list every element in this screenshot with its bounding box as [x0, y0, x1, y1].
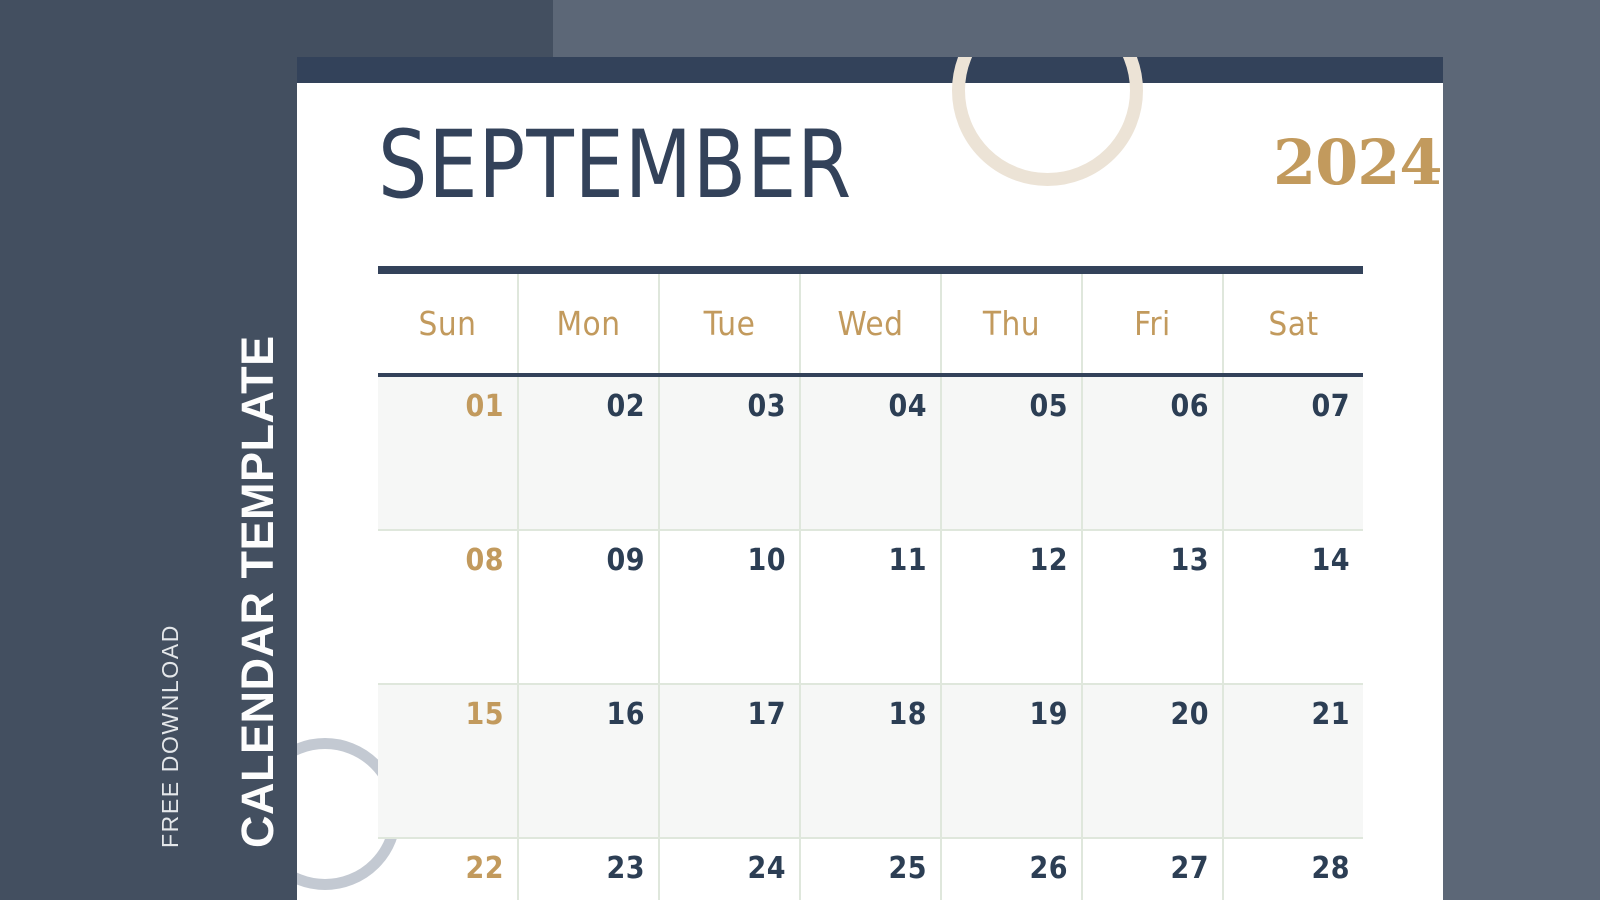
- day-number: 20: [1170, 697, 1209, 732]
- calendar-page: SEPTEMBER 2024 Sun Mon Tue Wed Thu Fri S…: [297, 57, 1443, 900]
- day-number: 06: [1170, 389, 1209, 424]
- day-cell[interactable]: 22: [378, 839, 517, 900]
- table-row: 22 23 24 25 26 27 28: [378, 839, 1363, 900]
- weekday-header-row: Sun Mon Tue Wed Thu Fri Sat: [378, 274, 1363, 373]
- calendar-header: SEPTEMBER 2024: [378, 114, 1443, 229]
- day-cell[interactable]: 17: [658, 685, 799, 837]
- day-number: 01: [465, 389, 504, 424]
- weekday-header-thu: Thu: [940, 274, 1081, 373]
- day-cell[interactable]: 18: [799, 685, 940, 837]
- day-cell[interactable]: 11: [799, 531, 940, 683]
- day-cell[interactable]: 08: [378, 531, 517, 683]
- day-number: 27: [1170, 851, 1209, 886]
- weekday-label: Sun: [418, 304, 477, 343]
- day-number: 07: [1311, 389, 1350, 424]
- day-number: 10: [747, 543, 786, 578]
- day-cell[interactable]: 28: [1222, 839, 1363, 900]
- day-cell[interactable]: 03: [658, 377, 799, 529]
- day-cell[interactable]: 12: [940, 531, 1081, 683]
- day-cell[interactable]: 14: [1222, 531, 1363, 683]
- day-number: 11: [888, 543, 927, 578]
- day-number: 26: [1029, 851, 1068, 886]
- day-cell[interactable]: 10: [658, 531, 799, 683]
- day-number: 08: [465, 543, 504, 578]
- day-number: 18: [888, 697, 927, 732]
- weekday-label: Wed: [837, 304, 904, 343]
- day-number: 28: [1311, 851, 1350, 886]
- screenshot-root: FREE DOWNLOAD CALENDAR TEMPLATE SEPTEMBE…: [0, 0, 1600, 900]
- day-number: 09: [606, 543, 645, 578]
- weekday-label: Tue: [703, 304, 756, 343]
- sidebar-eyebrow-label: FREE DOWNLOAD: [157, 624, 183, 848]
- weekday-header-sat: Sat: [1222, 274, 1363, 373]
- day-cell[interactable]: 05: [940, 377, 1081, 529]
- day-cell[interactable]: 01: [378, 377, 517, 529]
- weekday-header-wed: Wed: [799, 274, 940, 373]
- day-number: 14: [1311, 543, 1350, 578]
- weekday-header-fri: Fri: [1081, 274, 1222, 373]
- day-number: 04: [888, 389, 927, 424]
- header-rule-top: [378, 266, 1363, 274]
- day-number: 17: [747, 697, 786, 732]
- day-cell[interactable]: 26: [940, 839, 1081, 900]
- day-cell[interactable]: 07: [1222, 377, 1363, 529]
- day-number: 16: [606, 697, 645, 732]
- day-cell[interactable]: 09: [517, 531, 658, 683]
- day-cell[interactable]: 13: [1081, 531, 1222, 683]
- day-number: 25: [888, 851, 927, 886]
- table-row: 08 09 10 11 12 13 14: [378, 531, 1363, 685]
- weekday-label: Thu: [982, 304, 1041, 343]
- table-row: 15 16 17 18 19 20 21: [378, 685, 1363, 839]
- day-cell[interactable]: 19: [940, 685, 1081, 837]
- day-number: 03: [747, 389, 786, 424]
- weekday-label: Sat: [1268, 304, 1319, 343]
- day-cell[interactable]: 23: [517, 839, 658, 900]
- day-cell[interactable]: 21: [1222, 685, 1363, 837]
- page-title: SEPTEMBER: [378, 111, 853, 220]
- day-cell[interactable]: 20: [1081, 685, 1222, 837]
- day-number: 22: [465, 851, 504, 886]
- day-number: 24: [747, 851, 786, 886]
- day-number: 13: [1170, 543, 1209, 578]
- day-cell[interactable]: 04: [799, 377, 940, 529]
- sidebar: FREE DOWNLOAD CALENDAR TEMPLATE: [0, 0, 297, 900]
- day-number: 23: [606, 851, 645, 886]
- table-row: 01 02 03 04 05 06 07: [378, 377, 1363, 531]
- weekday-label: Fri: [1134, 304, 1171, 343]
- day-number: 15: [465, 697, 504, 732]
- weekday-header-mon: Mon: [517, 274, 658, 373]
- day-number: 05: [1029, 389, 1068, 424]
- day-cell[interactable]: 25: [799, 839, 940, 900]
- day-number: 21: [1311, 697, 1350, 732]
- weekday-header-sun: Sun: [378, 274, 517, 373]
- calendar-grid: Sun Mon Tue Wed Thu Fri Sat 01 02 03 04 …: [378, 266, 1363, 900]
- day-cell[interactable]: 24: [658, 839, 799, 900]
- weekday-header-tue: Tue: [658, 274, 799, 373]
- weekday-label: Mon: [556, 304, 621, 343]
- sidebar-title-label: CALENDAR TEMPLATE: [232, 335, 283, 848]
- day-cell[interactable]: 16: [517, 685, 658, 837]
- day-cell[interactable]: 02: [517, 377, 658, 529]
- page-top-bar: [297, 57, 1443, 83]
- day-number: 19: [1029, 697, 1068, 732]
- day-cell[interactable]: 15: [378, 685, 517, 837]
- day-number: 12: [1029, 543, 1068, 578]
- day-cell[interactable]: 27: [1081, 839, 1222, 900]
- day-number: 02: [606, 389, 645, 424]
- year-label: 2024: [1273, 126, 1443, 199]
- day-cell[interactable]: 06: [1081, 377, 1222, 529]
